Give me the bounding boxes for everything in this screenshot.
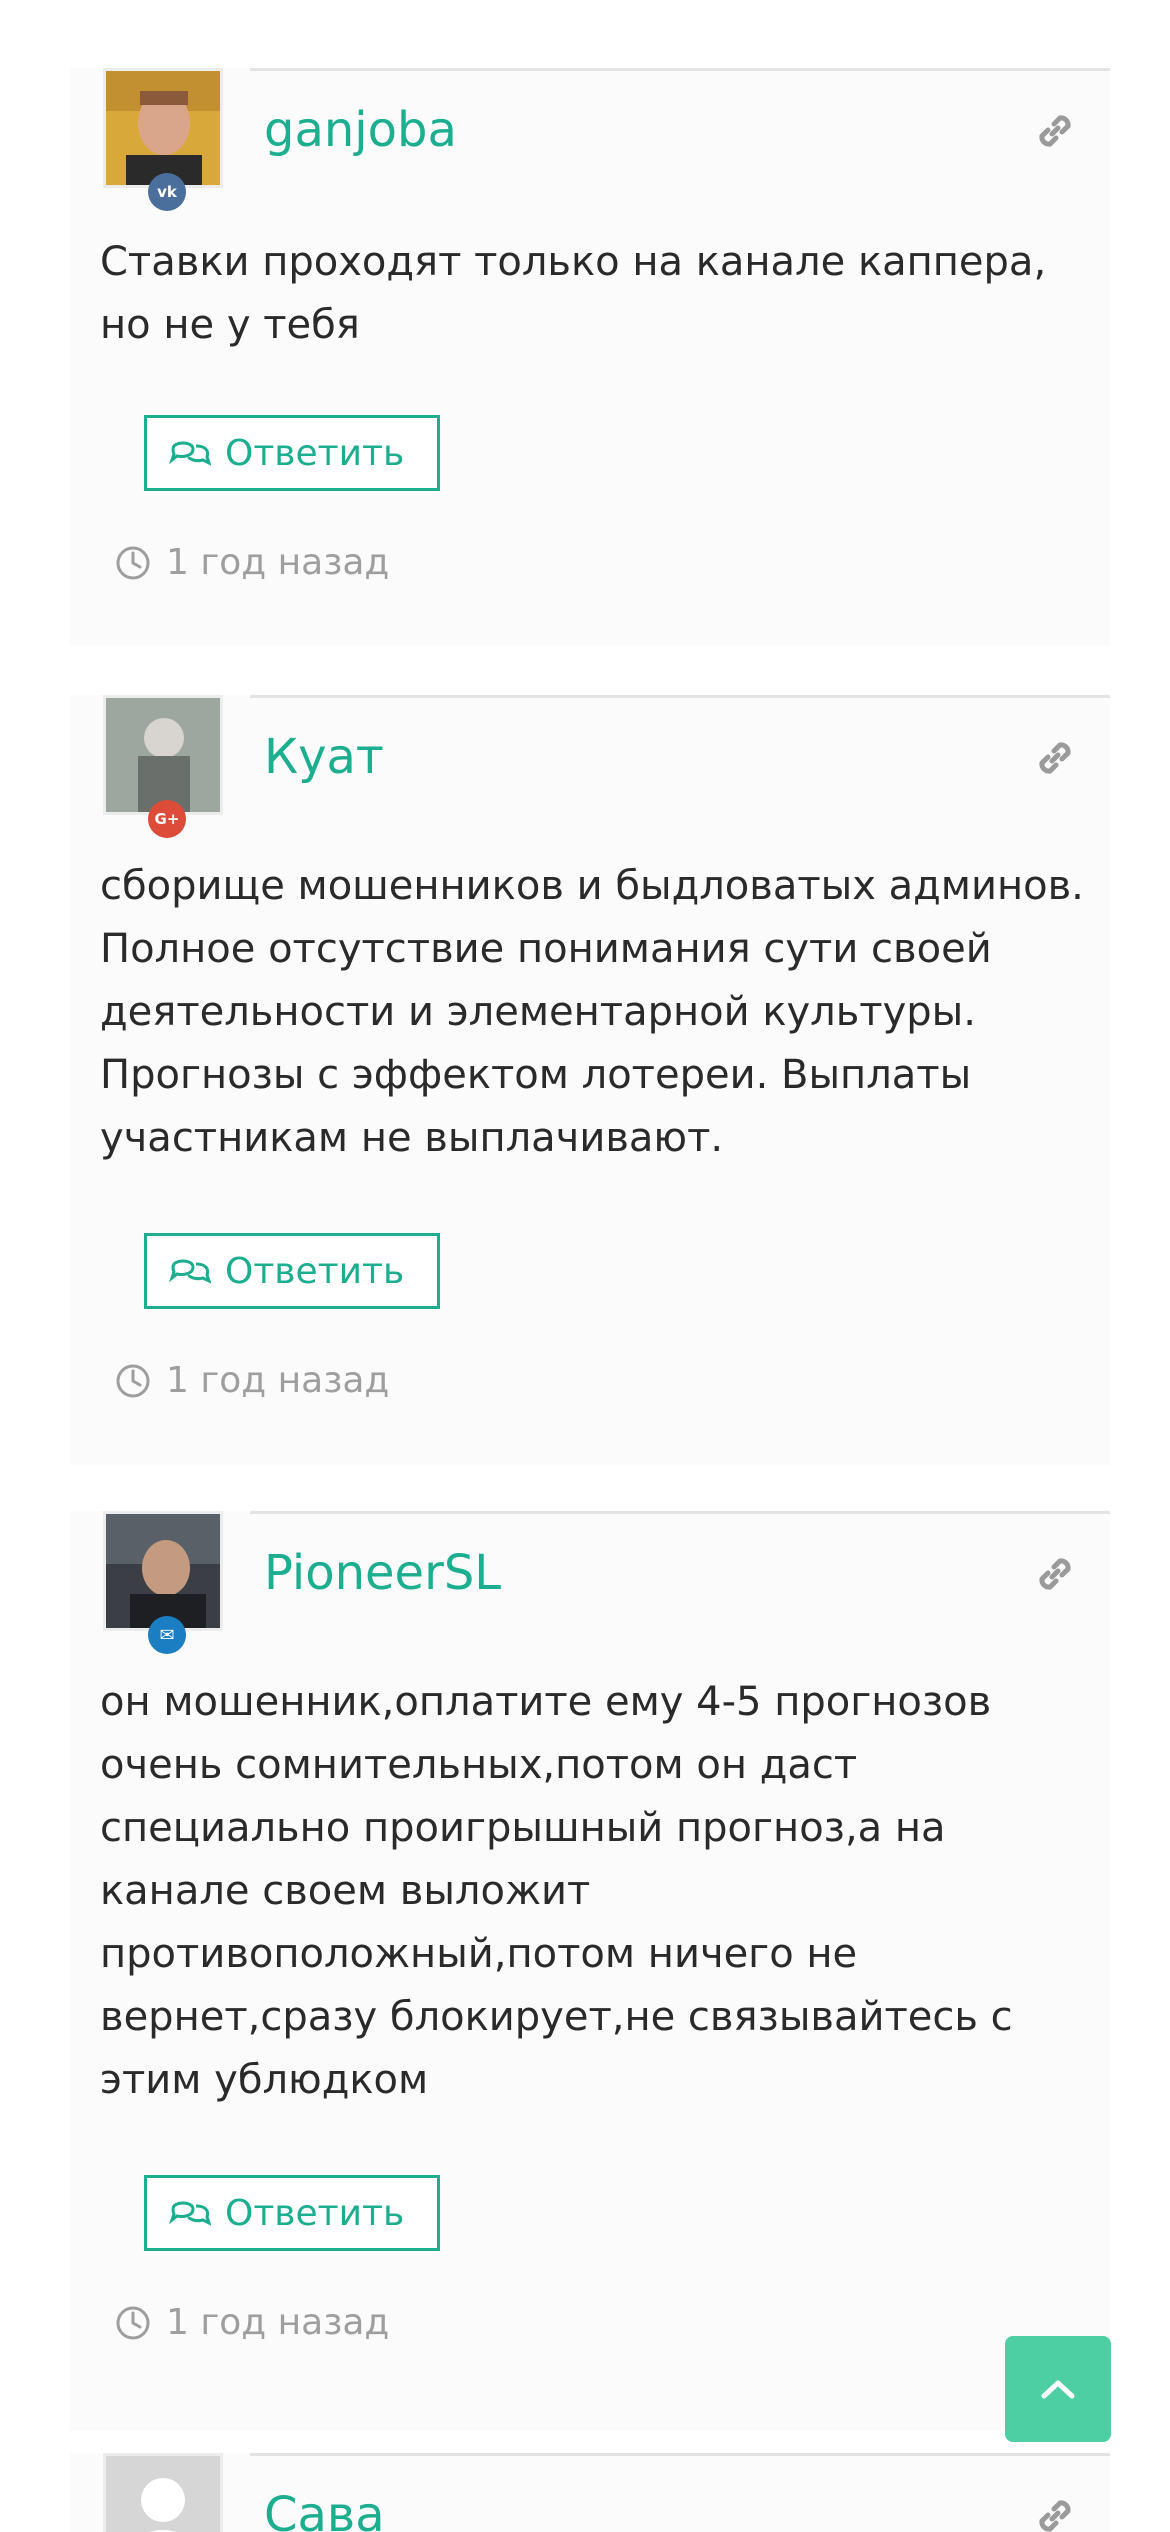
comment-card: G+ Куат сборище мошенников и быдловатых … [70, 695, 1110, 1465]
comment-time-label: 1 год назад [166, 542, 390, 583]
reply-button-label: Ответить [225, 2192, 405, 2234]
avatar[interactable]: vk [103, 68, 223, 211]
comment-card: vk ganjoba Ставки проходят только на кан… [70, 68, 1110, 645]
clock-icon [116, 2306, 150, 2339]
avatar[interactable] [103, 2453, 223, 2532]
comment-author[interactable]: ganjoba [264, 100, 457, 160]
comment-text: Ставки проходят только на канале каппера… [100, 239, 1047, 348]
reply-button[interactable]: Ответить [144, 2175, 440, 2251]
comment-header-divider [250, 68, 1110, 71]
link-icon[interactable] [1030, 1549, 1080, 1599]
avatar[interactable]: G+ [103, 695, 223, 838]
comment-author[interactable]: Куат [264, 727, 384, 787]
clock-icon [116, 1364, 150, 1397]
comment-text: он мошенник,оплатите ему 4-5 прогнозов о… [100, 1679, 1013, 2103]
comment-time: 1 год назад [114, 542, 389, 583]
comment-time-label: 1 год назад [166, 1360, 390, 1401]
reply-button-label: Ответить [225, 1250, 405, 1292]
reply-button-label: Ответить [225, 432, 405, 474]
link-icon[interactable] [1030, 106, 1080, 156]
reply-button[interactable]: Ответить [144, 1233, 440, 1309]
reply-button[interactable]: Ответить [144, 415, 440, 491]
google-plus-badge-icon: G+ [148, 800, 186, 838]
comment-header-divider [250, 695, 1110, 698]
comment-author[interactable]: PioneerSL [264, 1543, 501, 1603]
comments-icon [169, 441, 211, 466]
chevron-up-icon [1041, 2380, 1075, 2399]
comment-card: ✉ PioneerSL он мошенник,оплатите ему 4-5… [70, 1511, 1110, 2431]
vk-badge-icon: vk [148, 173, 186, 211]
comment-header-divider [250, 1511, 1110, 1514]
comment-card: Сава [70, 2453, 1110, 2532]
comments-icon [169, 1259, 211, 1284]
comments-icon [169, 2201, 211, 2226]
clock-icon [116, 546, 150, 579]
comment-author[interactable]: Сава [264, 2485, 385, 2532]
avatar[interactable]: ✉ [103, 1511, 223, 1654]
comment-time-label: 1 год назад [166, 2302, 390, 2343]
comment-time: 1 год назад [114, 1360, 389, 1401]
comment-text: сборище мошенников и быдловатых админов.… [100, 863, 1084, 1161]
comment-time: 1 год назад [114, 2302, 389, 2343]
link-icon[interactable] [1030, 733, 1080, 783]
comments-page: vk ganjoba Ставки проходят только на кан… [0, 0, 1170, 2532]
email-badge-icon: ✉ [148, 1616, 186, 1654]
scroll-to-top-button[interactable] [1005, 2336, 1111, 2442]
comment-header-divider [250, 2453, 1110, 2456]
link-icon[interactable] [1030, 2491, 1080, 2532]
